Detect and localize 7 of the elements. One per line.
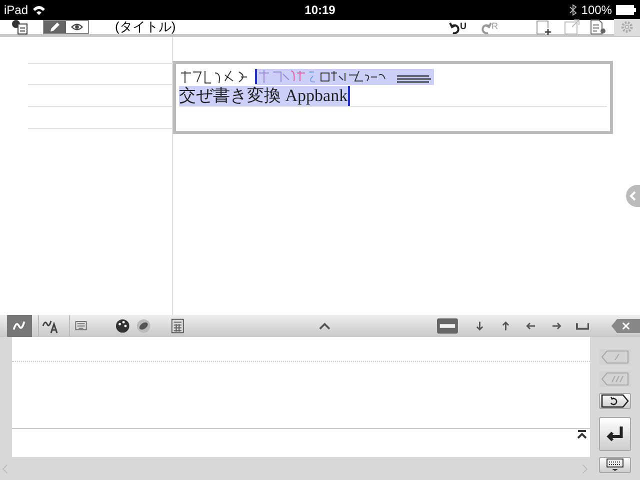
document-title[interactable]: (タイトル) bbox=[115, 17, 176, 37]
device-name: iPad bbox=[4, 2, 28, 19]
battery-percent: 100% bbox=[581, 2, 612, 19]
text-block[interactable]: 交ぜ書き変換 Appbank bbox=[173, 61, 613, 134]
converted-text: 交ぜ書き変換 Appbank bbox=[179, 86, 350, 106]
clock-time: 10:19 bbox=[304, 2, 336, 19]
undo-button[interactable]: U bbox=[449, 20, 466, 34]
